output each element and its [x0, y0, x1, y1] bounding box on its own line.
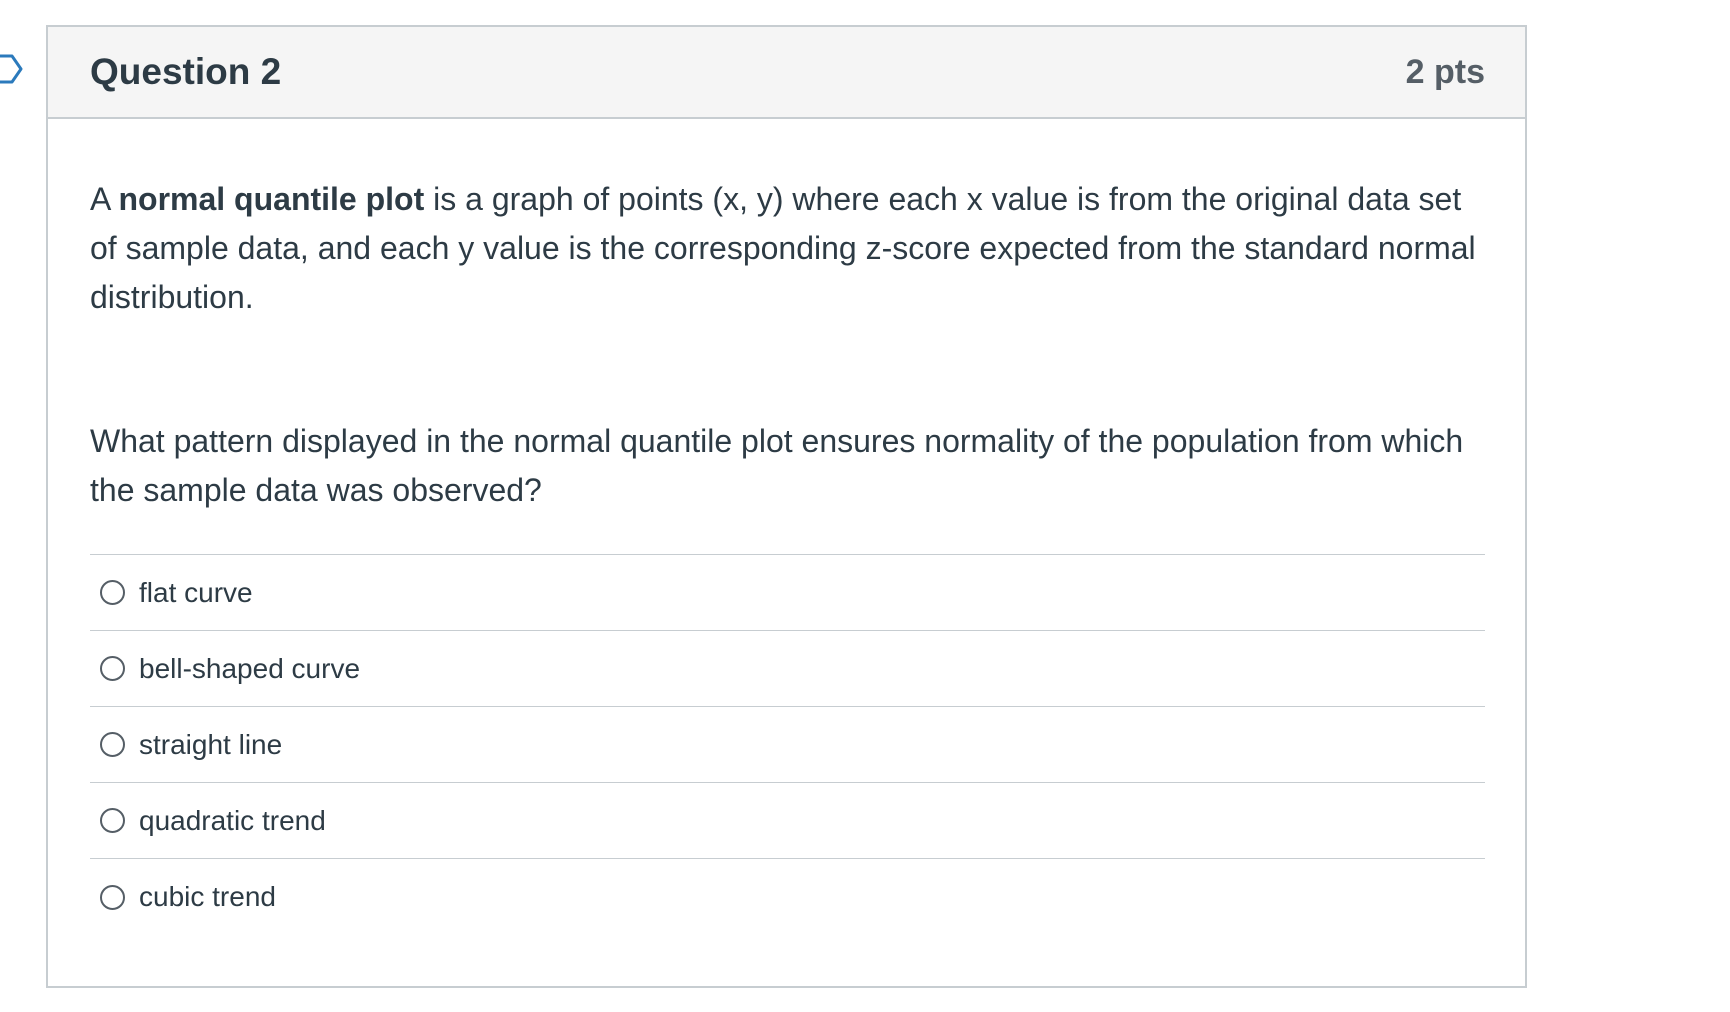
radio-unchecked-icon[interactable] — [100, 884, 125, 910]
answer-option[interactable]: bell-shaped curve — [90, 631, 1485, 707]
answer-option[interactable]: straight line — [90, 707, 1485, 783]
question-intro: A normal quantile plot is a graph of poi… — [90, 119, 1485, 322]
radio-unchecked-icon[interactable] — [100, 656, 125, 681]
radio-unchecked-icon[interactable] — [100, 732, 125, 757]
answer-label[interactable]: quadratic trend — [139, 805, 326, 837]
answer-label[interactable]: bell-shaped curve — [139, 653, 360, 685]
answer-label[interactable]: straight line — [139, 729, 282, 761]
radio-unchecked-icon[interactable] — [100, 808, 125, 833]
answer-label[interactable]: cubic trend — [139, 881, 276, 913]
radio-unchecked-icon[interactable] — [100, 580, 125, 605]
intro-prefix: A — [90, 181, 119, 217]
answer-option[interactable]: quadratic trend — [90, 783, 1485, 859]
answer-option[interactable]: flat curve — [90, 555, 1485, 631]
question-prompt: What pattern displayed in the normal qua… — [90, 423, 1464, 508]
answer-label[interactable]: flat curve — [139, 577, 253, 609]
intro-bold-term: normal quantile plot — [118, 181, 425, 217]
question-title: Question 2 — [90, 51, 282, 92]
answer-option[interactable]: cubic trend — [90, 859, 1485, 935]
answer-list: flat curve bell-shaped curve straight li… — [90, 554, 1485, 935]
question-body: A normal quantile plot is a graph of poi… — [48, 119, 1525, 935]
question-header: Question 2 2 pts — [48, 27, 1525, 119]
question-card: Question 2 2 pts A normal quantile plot … — [46, 25, 1527, 988]
question-points: 2 pts — [1405, 52, 1485, 91]
bookmark-flag-icon[interactable] — [0, 52, 24, 86]
